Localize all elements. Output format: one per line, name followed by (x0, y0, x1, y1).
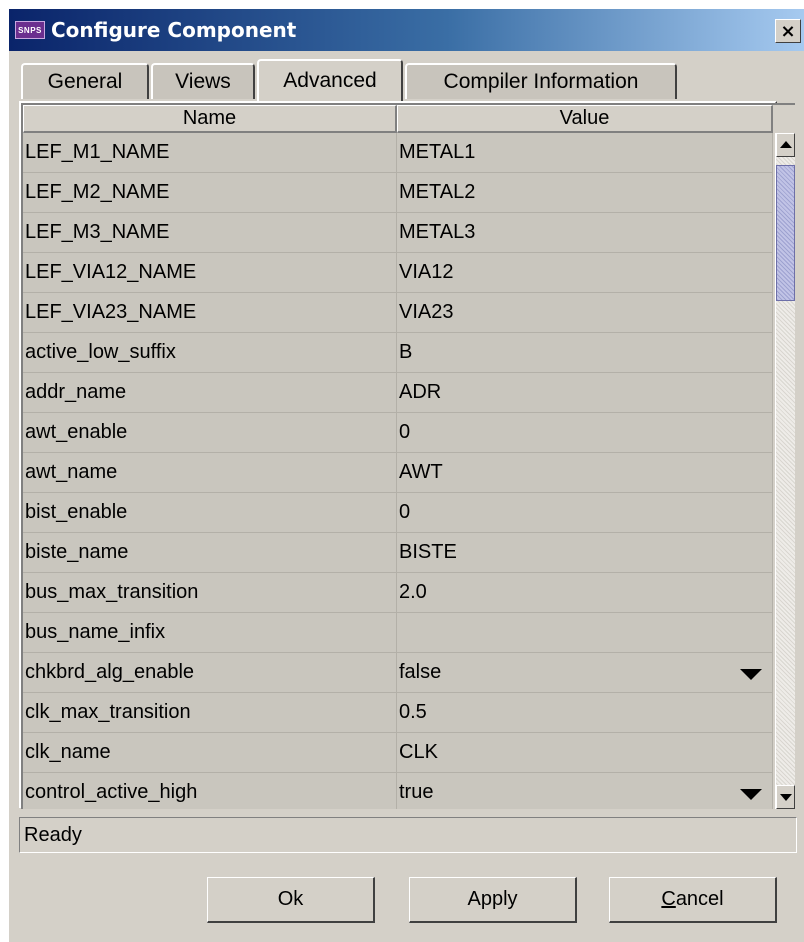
status-bar: Ready (19, 817, 797, 853)
tab-label: Views (175, 70, 231, 93)
table-row[interactable]: bus_max_transition 2.0 (23, 573, 773, 613)
table-header: Name Value (23, 105, 773, 133)
property-name-cell[interactable]: addr_name (23, 373, 397, 413)
property-value-cell[interactable]: CLK (397, 733, 773, 773)
tab-advanced[interactable]: Advanced (257, 59, 403, 101)
property-value-cell[interactable]: METAL1 (397, 133, 773, 173)
property-value-cell[interactable]: 2.0 (397, 573, 773, 613)
tab-compiler-information[interactable]: Compiler Information (405, 63, 677, 99)
table-row[interactable]: awt_name AWT (23, 453, 773, 493)
property-value-cell[interactable]: ADR (397, 373, 773, 413)
table-row[interactable]: addr_name ADR (23, 373, 773, 413)
tab-label: Compiler Information (443, 70, 639, 93)
property-value-cell[interactable]: B (397, 333, 773, 373)
property-name-cell[interactable]: clk_name (23, 733, 397, 773)
table-row[interactable]: bus_name_infix (23, 613, 773, 653)
properties-table: Name Value LEF_M1_NAME METAL1 LEF_M2_NAM… (21, 103, 795, 809)
property-name-cell[interactable]: bus_name_infix (23, 613, 397, 653)
property-name-cell[interactable]: LEF_VIA12_NAME (23, 253, 397, 293)
arrow-down-icon (780, 794, 792, 801)
tab-general[interactable]: General (21, 63, 149, 99)
ok-button-label: Ok (277, 888, 304, 910)
cancel-button-label: Cancel (661, 888, 723, 911)
property-name-cell[interactable]: biste_name (23, 533, 397, 573)
property-name-cell[interactable]: control_active_high (23, 773, 397, 809)
property-value-cell[interactable]: AWT (397, 453, 773, 493)
cancel-mnemonic: C (661, 888, 676, 910)
ok-button[interactable]: Ok (207, 877, 375, 923)
arrow-up-icon (780, 141, 792, 148)
table-row[interactable]: LEF_VIA23_NAME VIA23 (23, 293, 773, 333)
table-row[interactable]: bist_enable 0 (23, 493, 773, 533)
property-name-cell[interactable]: LEF_M3_NAME (23, 213, 397, 253)
dropdown-value: true (399, 781, 434, 803)
column-header-value[interactable]: Value (397, 105, 773, 133)
scrollbar-thumb[interactable] (776, 165, 795, 301)
window-title: Configure Component (51, 18, 297, 42)
property-name-cell[interactable]: bist_enable (23, 493, 397, 533)
snps-app-icon: SNPS (15, 21, 45, 39)
property-value-cell[interactable]: METAL2 (397, 173, 773, 213)
property-name-cell[interactable]: chkbrd_alg_enable (23, 653, 397, 693)
property-value-cell[interactable]: 0 (397, 493, 773, 533)
table-row[interactable]: chkbrd_alg_enable false (23, 653, 773, 693)
property-name-cell[interactable]: LEF_M1_NAME (23, 133, 397, 173)
configure-component-window: SNPS Configure Component × General Views… (8, 8, 804, 942)
property-value-cell[interactable]: METAL3 (397, 213, 773, 253)
status-text: Ready (24, 823, 82, 846)
table-row[interactable]: biste_name BISTE (23, 533, 773, 573)
property-name-cell[interactable]: LEF_M2_NAME (23, 173, 397, 213)
tab-label: General (47, 70, 123, 93)
scroll-down-button[interactable] (776, 785, 795, 809)
table-body: LEF_M1_NAME METAL1 LEF_M2_NAME METAL2 LE… (23, 133, 773, 809)
table-row[interactable]: awt_enable 0 (23, 413, 773, 453)
column-header-label: Name (182, 107, 237, 129)
property-value-cell[interactable]: BISTE (397, 533, 773, 573)
column-header-name[interactable]: Name (23, 105, 397, 133)
property-value-dropdown[interactable]: true (397, 773, 773, 809)
property-value-cell[interactable]: VIA23 (397, 293, 773, 333)
cancel-label-rest: ancel (675, 888, 724, 910)
close-icon: × (780, 20, 796, 42)
property-value-cell[interactable]: 0.5 (397, 693, 773, 733)
apply-button-label: Apply (467, 888, 518, 910)
table-row[interactable]: clk_max_transition 0.5 (23, 693, 773, 733)
property-name-cell[interactable]: clk_max_transition (23, 693, 397, 733)
tab-label: Advanced (283, 69, 377, 92)
table-row[interactable]: LEF_M2_NAME METAL2 (23, 173, 773, 213)
property-name-cell[interactable]: LEF_VIA23_NAME (23, 293, 397, 333)
vertical-scrollbar[interactable] (775, 133, 795, 809)
table-row[interactable]: LEF_VIA12_NAME VIA12 (23, 253, 773, 293)
dropdown-arrow-icon[interactable] (740, 669, 762, 680)
title-bar[interactable]: SNPS Configure Component × (9, 9, 804, 51)
scroll-up-button[interactable] (776, 133, 795, 157)
property-name-cell[interactable]: bus_max_transition (23, 573, 397, 613)
close-button[interactable]: × (775, 19, 801, 43)
property-name-cell[interactable]: awt_name (23, 453, 397, 493)
property-name-cell[interactable]: awt_enable (23, 413, 397, 453)
property-value-cell[interactable]: VIA12 (397, 253, 773, 293)
property-value-cell[interactable] (397, 613, 773, 653)
table-row[interactable]: LEF_M1_NAME METAL1 (23, 133, 773, 173)
cancel-button[interactable]: Cancel (609, 877, 777, 923)
tab-views[interactable]: Views (151, 63, 255, 99)
table-row[interactable]: control_active_high true (23, 773, 773, 809)
table-row[interactable]: clk_name CLK (23, 733, 773, 773)
apply-button[interactable]: Apply (409, 877, 577, 923)
column-header-label: Value (559, 107, 610, 129)
dropdown-value: false (399, 661, 442, 683)
property-value-cell[interactable]: 0 (397, 413, 773, 453)
table-row[interactable]: active_low_suffix B (23, 333, 773, 373)
property-name-cell[interactable]: active_low_suffix (23, 333, 397, 373)
table-row[interactable]: LEF_M3_NAME METAL3 (23, 213, 773, 253)
dropdown-arrow-icon[interactable] (740, 789, 762, 800)
property-value-dropdown[interactable]: false (397, 653, 773, 693)
